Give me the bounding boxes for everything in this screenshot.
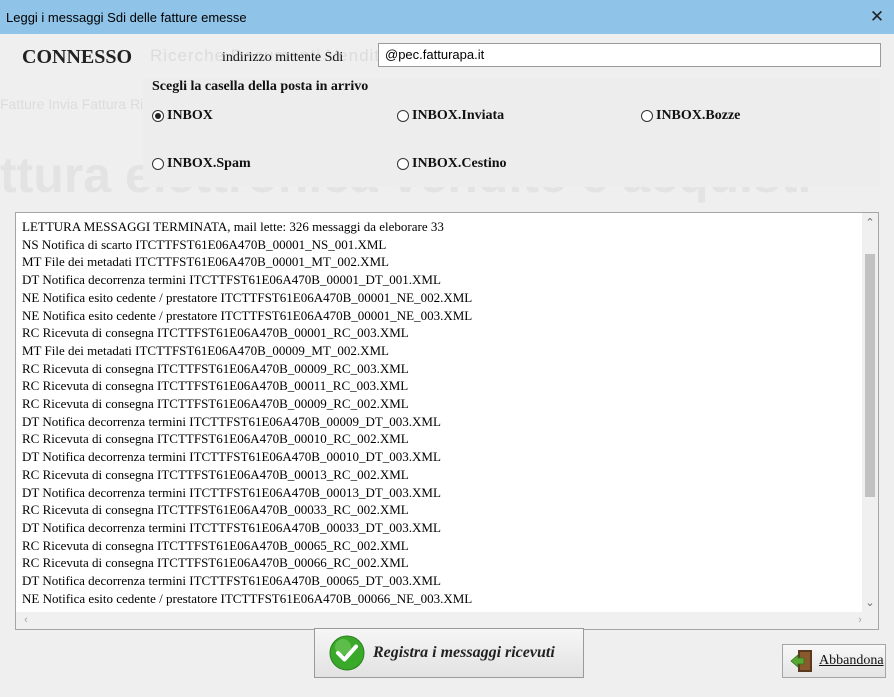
log-line: DT Notifica decorrenza termini ITCTTFST6…: [22, 519, 441, 535]
inbox-group-title: Scegli la casella della posta in arrivo: [152, 79, 369, 94]
radio-inbox-inviata[interactable]: INBOX.Inviata: [397, 108, 504, 124]
log-line: RC Ricevuta di consegna ITCTTFST61E06A47…: [22, 502, 409, 518]
log-line: RC Ricevuta di consegna ITCTTFST61E06A47…: [22, 537, 409, 553]
log-line: RC Ricevuta di consegna ITCTTFST61E06A47…: [22, 396, 409, 412]
register-button-label: Registra i messaggi ricevuti: [373, 644, 555, 661]
log-line: RC Ricevuta di consegna ITCTTFST61E06A47…: [22, 360, 409, 376]
inbox-group: Scegli la casella della posta in arrivo …: [143, 79, 880, 187]
radio-label: INBOX.Cestino: [412, 156, 507, 171]
abandon-button[interactable]: Abbandona: [782, 644, 886, 678]
log-line: NE Notifica esito cedente / prestatore I…: [22, 289, 473, 305]
connection-status: CONNESSO: [22, 46, 133, 68]
log-line: DT Notifica decorrenza termini ITCTTFST6…: [22, 272, 441, 288]
log-line: DT Notifica decorrenza termini ITCTTFST6…: [22, 484, 441, 500]
log-line: RC Ricevuta di consegna ITCTTFST61E06A47…: [22, 325, 409, 341]
log-line: MT File dei metadati ITCTTFST61E06A470B_…: [22, 254, 389, 270]
radio-inbox-bozze[interactable]: INBOX.Bozze: [641, 108, 740, 124]
sender-input[interactable]: @pec.fatturapa.it: [378, 43, 881, 67]
radio-inbox[interactable]: INBOX: [152, 108, 213, 124]
log-line: DT Notifica decorrenza termini ITCTTFST6…: [22, 449, 441, 465]
message-log[interactable]: LETTURA MESSAGGI TERMINATA, mail lette: …: [15, 212, 879, 630]
scrollbar-thumb[interactable]: [865, 254, 875, 497]
log-line: DT Notifica decorrenza termini ITCTTFST6…: [22, 413, 441, 429]
log-line: NE Notifica esito cedente / prestatore I…: [22, 307, 473, 323]
chevron-right-icon[interactable]: ›: [852, 612, 868, 629]
radio-button-icon: [152, 110, 164, 122]
log-line: LETTURA MESSAGGI TERMINATA, mail lette: …: [22, 219, 444, 234]
radio-button-icon: [397, 158, 409, 170]
log-line: RC Ricevuta di consegna ITCTTFST61E06A47…: [22, 555, 409, 571]
log-line: NE Notifica esito cedente / prestatore I…: [22, 590, 473, 606]
log-lines: LETTURA MESSAGGI TERMINATA, mail lette: …: [22, 218, 860, 607]
chevron-left-icon[interactable]: ‹: [18, 612, 34, 629]
log-line: RC Ricevuta di consegna ITCTTFST61E06A47…: [22, 466, 409, 482]
log-line: RC Ricevuta di consegna ITCTTFST61E06A47…: [22, 431, 409, 447]
chevron-down-icon[interactable]: ⌄: [862, 595, 878, 611]
radio-label: INBOX: [167, 108, 213, 123]
log-line: MT File dei metadati ITCTTFST61E06A470B_…: [22, 342, 389, 358]
horizontal-scrollbar[interactable]: ‹ ›: [16, 612, 878, 629]
green-check-icon: [329, 635, 365, 671]
radio-inbox-cestino[interactable]: INBOX.Cestino: [397, 156, 507, 172]
dialog-body: Ricerche Documenti Vendite Sdi Stampe Da…: [0, 34, 894, 697]
radio-button-icon: [641, 110, 653, 122]
register-messages-button[interactable]: Registra i messaggi ricevuti: [314, 628, 584, 678]
window-title: Leggi i messaggi Sdi delle fatture emess…: [6, 10, 247, 25]
radio-inbox-spam[interactable]: INBOX.Spam: [152, 156, 251, 172]
log-line: NS Notifica di scarto ITCTTFST61E06A470B…: [22, 236, 387, 252]
radio-label: INBOX.Inviata: [412, 108, 505, 123]
abandon-button-label: Abbandona: [819, 653, 884, 668]
exit-door-icon: [790, 650, 812, 672]
close-icon[interactable]: ✕: [866, 6, 888, 28]
vertical-scrollbar[interactable]: ⌃ ⌄: [862, 213, 878, 613]
chevron-up-icon[interactable]: ⌃: [862, 215, 878, 231]
radio-button-icon: [152, 158, 164, 170]
title-bar: Leggi i messaggi Sdi delle fatture emess…: [0, 0, 894, 34]
radio-label: INBOX.Bozze: [656, 108, 741, 123]
radio-label: INBOX.Spam: [167, 156, 251, 171]
log-line: DT Notifica decorrenza termini ITCTTFST6…: [22, 573, 441, 589]
radio-button-icon: [397, 110, 409, 122]
log-line: RC Ricevuta di consegna ITCTTFST61E06A47…: [22, 378, 409, 394]
sender-label: indirizzo mittente Sdi: [222, 50, 344, 65]
